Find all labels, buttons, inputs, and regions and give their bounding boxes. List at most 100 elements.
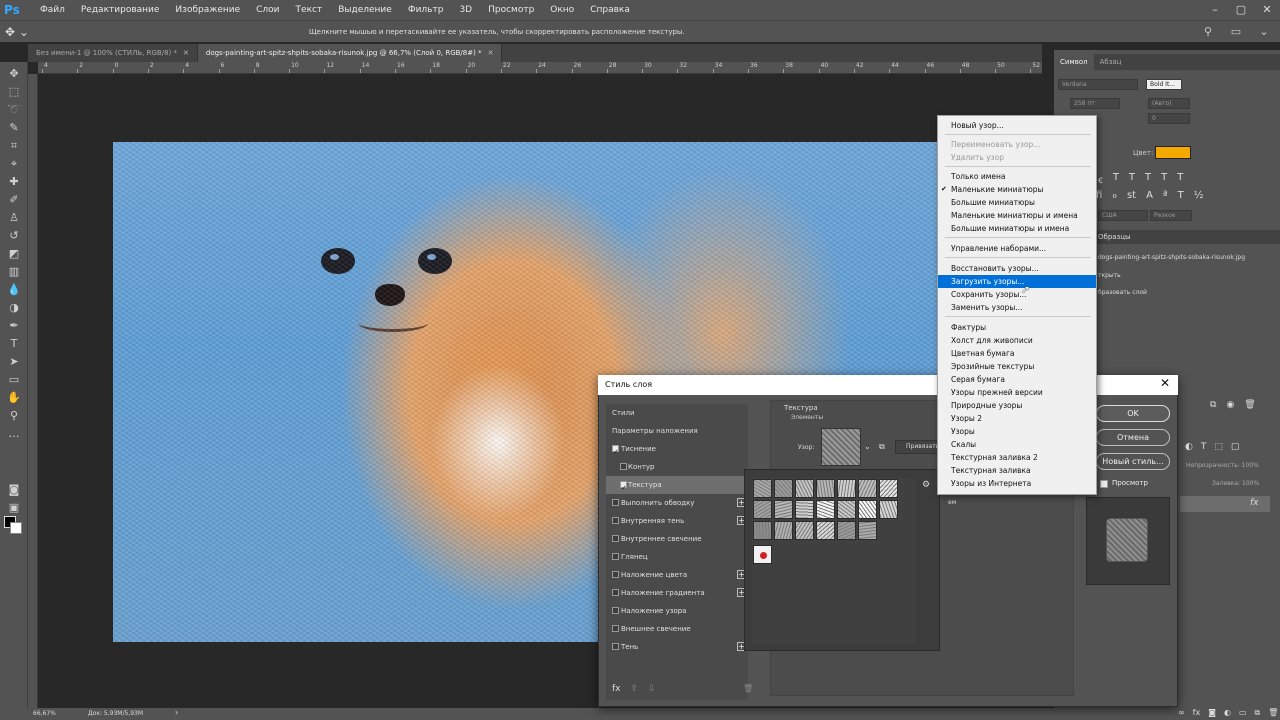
history-brush-tool-icon[interactable]: ↺ [4, 228, 24, 244]
strike-icon[interactable]: T [1177, 172, 1183, 186]
pattern-swatch[interactable] [795, 521, 814, 540]
fx-menu-icon[interactable]: fx [612, 684, 621, 694]
eyedropper-tool-icon[interactable]: ⌖ [4, 156, 24, 172]
cancel-button[interactable]: Отмена [1096, 429, 1170, 446]
minimize-icon[interactable]: – [1202, 0, 1228, 20]
menu-item-5[interactable]: Выделение [330, 0, 400, 20]
hand-tool-icon[interactable]: ✋ [4, 390, 24, 406]
style-checkbox[interactable] [612, 571, 619, 578]
superscript-icon[interactable]: T [1129, 172, 1135, 186]
underline-icon[interactable]: T [1161, 172, 1167, 186]
pattern-thumbnail[interactable] [821, 428, 861, 466]
context-menu-item[interactable]: Новый узор... [938, 119, 1096, 132]
maximize-icon[interactable]: ▢ [1228, 0, 1254, 20]
style-checkbox[interactable] [612, 535, 619, 542]
gear-icon[interactable]: ⚙ [922, 480, 930, 490]
style-checkbox[interactable] [620, 479, 627, 497]
tracking-field[interactable]: 0 [1148, 113, 1190, 124]
font-style-field[interactable]: Bold It... [1146, 79, 1182, 90]
pattern-swatch[interactable] [858, 500, 877, 519]
new-doc-icon[interactable]: ⧉ [1210, 400, 1216, 410]
dodge-tool-icon[interactable]: ◑ [4, 300, 24, 316]
lasso-tool-icon[interactable]: ➰ [4, 102, 24, 118]
history-item[interactable]: dogs-painting-art-spitz-shpits-sobaka-ri… [1098, 254, 1245, 261]
blur-tool-icon[interactable]: 💧 [4, 282, 24, 298]
style-row[interactable]: Контур [606, 458, 748, 476]
pattern-swatch[interactable] [858, 521, 877, 540]
context-menu-item[interactable]: Заменить узоры... [938, 301, 1096, 314]
move-tool-icon[interactable]: ✥ ⌄ [0, 25, 34, 39]
new-layer-icon[interactable]: ⧉ [1255, 708, 1261, 718]
context-menu-item[interactable]: Загрузить узоры... [938, 275, 1096, 288]
zoom-tool-icon[interactable]: ⚲ [4, 408, 24, 424]
context-menu-item[interactable]: Маленькие миниатюры и имена [938, 209, 1096, 222]
mask-icon[interactable]: ◙ [1208, 708, 1216, 718]
pattern-swatch[interactable] [816, 479, 835, 498]
pattern-swatch[interactable] [837, 479, 856, 498]
pattern-swatch[interactable] [816, 521, 835, 540]
new-style-button[interactable]: Новый стиль... [1096, 453, 1170, 470]
context-menu-item[interactable]: Управление наборами... [938, 242, 1096, 255]
font-family-field[interactable]: Verdana [1058, 79, 1138, 90]
text-color-swatch[interactable] [1155, 146, 1191, 159]
style-row[interactable]: Внешнее свечение [606, 620, 748, 638]
pen-tool-icon[interactable]: ✒ [4, 318, 24, 334]
ok-button[interactable]: OK [1096, 405, 1170, 422]
leading-field[interactable]: (Авто) [1148, 98, 1190, 109]
pattern-swatch[interactable] [753, 500, 772, 519]
context-menu-item[interactable]: ✔ Маленькие миниатюры [938, 183, 1096, 196]
layer-fill[interactable]: Заливка: 100% [1212, 480, 1259, 487]
context-menu-item[interactable]: Холст для живописи [938, 334, 1096, 347]
status-menu-arrow[interactable]: › [175, 708, 178, 717]
delete-icon[interactable]: 🗑 [1244, 400, 1255, 410]
preview-checkbox[interactable] [1100, 480, 1108, 488]
style-row[interactable]: Глянец [606, 548, 748, 566]
style-row[interactable]: Выполнить обводку + [606, 494, 748, 512]
stylistic-icon[interactable]: st [1127, 190, 1136, 201]
chevron-down-icon[interactable]: ⌄ [864, 442, 871, 451]
zoom-readout[interactable]: 66,67% [33, 710, 56, 717]
smart-filter-icon[interactable]: ▢ [1231, 442, 1240, 452]
pattern-swatch[interactable] [774, 500, 793, 519]
style-checkbox[interactable] [612, 643, 619, 650]
history-item[interactable]: ткрыть [1098, 272, 1121, 279]
pattern-swatch[interactable] [795, 479, 814, 498]
workspace-icon[interactable]: ▭ [1228, 24, 1244, 40]
style-checkbox[interactable] [612, 443, 619, 461]
context-menu-item[interactable]: Только имена [938, 170, 1096, 183]
style-row[interactable]: Наложение градиента + [606, 584, 748, 602]
pattern-swatch[interactable] [837, 500, 856, 519]
workspace-chevron-icon[interactable]: ⌄ [1256, 24, 1272, 40]
menu-item-10[interactable]: Справка [582, 0, 638, 20]
context-menu-item[interactable]: Фактуры [938, 321, 1096, 334]
tab-paragraph[interactable]: Абзац [1094, 54, 1128, 70]
style-row[interactable]: Тень + [606, 638, 748, 656]
shape-filter-icon[interactable]: ⬚ [1214, 442, 1223, 452]
quick-select-tool-icon[interactable]: ✎ [4, 120, 24, 136]
menu-item-6[interactable]: Фильтр [400, 0, 452, 20]
move-tool-icon[interactable]: ✥ [4, 66, 24, 82]
menu-item-4[interactable]: Текст [288, 0, 331, 20]
subscript-icon[interactable]: T [1145, 172, 1151, 186]
style-row[interactable]: Тиснение [606, 440, 748, 461]
path-select-tool-icon[interactable]: ➤ [4, 354, 24, 370]
tab-document-1[interactable]: Без имени-1 @ 100% (СТИЛЬ, RGB/8) * ✕ [28, 44, 198, 62]
pattern-swatch[interactable] [795, 500, 814, 519]
more-tools-icon[interactable]: … [4, 426, 24, 442]
menu-item-8[interactable]: Просмотр [480, 0, 542, 20]
background-color[interactable] [10, 522, 22, 534]
style-checkbox[interactable] [612, 625, 619, 632]
tab-swatches[interactable]: Образцы [1098, 233, 1131, 241]
menu-item-3[interactable]: Слои [248, 0, 287, 20]
search-icon[interactable]: ⚲ [1200, 24, 1216, 40]
style-checkbox[interactable] [612, 553, 619, 560]
context-menu-item[interactable]: Сохранить узоры... [938, 288, 1096, 301]
folder-icon[interactable]: ▭ [1239, 708, 1247, 718]
layer-fx-icon[interactable]: fx [1250, 498, 1259, 508]
context-menu-item[interactable]: Эрозийные текстуры [938, 360, 1096, 373]
crop-tool-icon[interactable]: ⌗ [4, 138, 24, 154]
stamp-tool-icon[interactable]: ♙ [4, 210, 24, 226]
language-field[interactable]: США [1098, 210, 1148, 221]
menu-item-0[interactable]: Файл [32, 0, 73, 20]
screen-mode-icon[interactable]: ▣ [4, 500, 24, 516]
